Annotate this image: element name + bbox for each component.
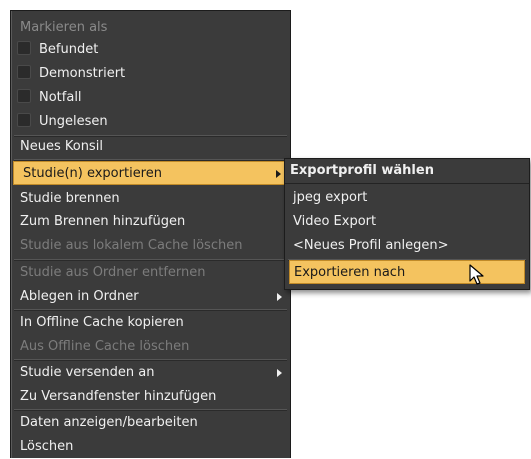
export-profile-submenu: Exportprofil wählen jpeg export Video Ex… [284, 158, 530, 290]
export-studies-label: Studie(n) exportieren [23, 166, 162, 181]
demonstriert-checkbox[interactable] [17, 65, 31, 79]
send-study-item[interactable]: Studie versenden an [11, 361, 290, 385]
notfall-checkbox[interactable] [17, 89, 31, 103]
delete-item[interactable]: Löschen [11, 435, 290, 459]
delete-offline-cache-item: Aus Offline Cache löschen [20, 339, 190, 354]
video-export-item[interactable]: Video Export [285, 210, 529, 234]
ungelesen-label: Ungelesen [39, 114, 108, 129]
new-consult-item[interactable]: Neues Konsil [11, 135, 290, 159]
submenu-title: Exportprofil wählen [285, 159, 529, 184]
mark-demonstriert-item[interactable]: Demonstriert [11, 62, 290, 86]
copy-offline-cache-item[interactable]: In Offline Cache kopieren [11, 311, 290, 335]
mark-notfall-item[interactable]: Notfall [11, 86, 290, 110]
view-edit-data-item[interactable]: Daten anzeigen/bearbeiten [11, 411, 290, 435]
mark-as-header: Markieren als [20, 20, 108, 35]
delete-from-cache-item: Studie aus lokalem Cache löschen [20, 238, 243, 253]
context-menu: Markieren als Befundet Demonstriert Notf… [10, 10, 291, 458]
add-to-burning-item[interactable]: Zum Brennen hinzufügen [11, 210, 290, 234]
ungelesen-checkbox[interactable] [17, 113, 31, 127]
export-studies-item[interactable]: Studie(n) exportieren [13, 161, 288, 185]
mark-befundet-item[interactable]: Befundet [11, 38, 290, 62]
submenu-arrow-icon [277, 293, 282, 301]
befundet-label: Befundet [39, 42, 99, 57]
demonstriert-label: Demonstriert [39, 66, 126, 81]
submenu-arrow-icon [276, 170, 281, 178]
mouse-cursor-icon [469, 264, 484, 285]
notfall-label: Notfall [39, 90, 82, 105]
burn-study-item[interactable]: Studie brennen [11, 187, 290, 211]
add-to-shipping-item[interactable]: Zu Versandfenster hinzufügen [11, 385, 290, 409]
submenu-arrow-icon [277, 369, 282, 377]
send-study-label: Studie versenden an [20, 365, 155, 380]
jpeg-export-item[interactable]: jpeg export [285, 186, 529, 210]
befundet-checkbox[interactable] [17, 41, 31, 55]
file-in-folder-item[interactable]: Ablegen in Ordner [11, 285, 290, 309]
remove-from-folder-item: Studie aus Ordner entfernen [20, 265, 206, 280]
file-in-folder-label: Ablegen in Ordner [20, 289, 139, 304]
mark-ungelesen-item[interactable]: Ungelesen [11, 110, 290, 134]
new-profile-item[interactable]: <Neues Profil anlegen> [285, 234, 529, 258]
